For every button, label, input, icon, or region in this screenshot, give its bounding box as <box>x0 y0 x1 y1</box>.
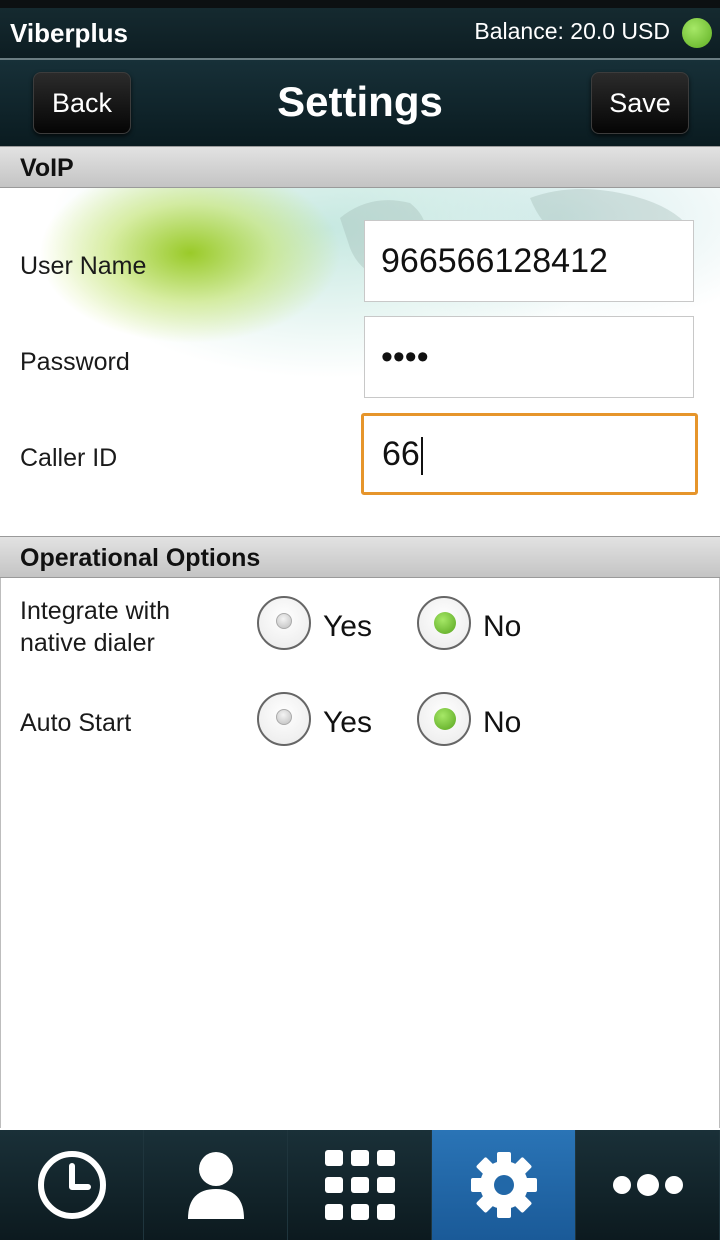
tab-contacts[interactable] <box>144 1130 288 1240</box>
voip-section-header: VoIP <box>0 146 720 188</box>
tab-more[interactable] <box>576 1130 720 1240</box>
dialpad-icon <box>325 1150 395 1220</box>
voip-section-title: VoIP <box>20 154 74 182</box>
bottom-tab-bar <box>0 1130 720 1240</box>
integrate-dialer-label-line1: Integrate with <box>20 597 171 625</box>
auto-start-no-label: No <box>483 706 522 739</box>
integrate-dialer-yes-label: Yes <box>323 610 372 643</box>
app-name: Viberplus <box>10 18 129 48</box>
voip-section: User Name 966566128412 Password •••• Cal… <box>0 188 720 536</box>
username-label: User Name <box>20 252 147 280</box>
app-bar: Viberplus Balance: 20.0 USD <box>0 8 720 60</box>
username-input[interactable]: 966566128412 <box>364 220 694 302</box>
operational-options-title: Operational Options <box>20 544 261 572</box>
text-caret <box>420 437 423 476</box>
back-button[interactable]: Back <box>33 72 131 134</box>
auto-start-yes-radio[interactable] <box>257 692 311 746</box>
integrate-dialer-no-radio[interactable] <box>417 596 471 650</box>
contact-person-icon <box>188 1152 244 1219</box>
tab-call-history[interactable] <box>0 1130 144 1240</box>
auto-start-no-radio[interactable] <box>417 692 471 746</box>
tab-settings[interactable] <box>432 1130 576 1240</box>
auto-start-label: Auto Start <box>20 709 132 737</box>
more-dots-icon <box>613 1174 683 1196</box>
integrate-dialer-yes-radio[interactable] <box>257 596 311 650</box>
caller-id-value: 66 <box>382 435 420 473</box>
clock-icon <box>38 1151 106 1219</box>
content-area <box>0 578 720 1128</box>
caller-id-input[interactable]: 66 <box>361 413 698 495</box>
gear-icon <box>471 1152 537 1218</box>
caller-id-label: Caller ID <box>20 444 118 472</box>
system-status-bar <box>0 0 720 8</box>
integrate-dialer-label-line2: native dialer <box>20 629 155 657</box>
tab-dialpad[interactable] <box>288 1130 432 1240</box>
auto-start-yes-label: Yes <box>323 706 372 739</box>
balance-text: Balance: 20.0 USD <box>474 18 670 44</box>
operational-options-header: Operational Options <box>0 536 720 578</box>
password-input[interactable]: •••• <box>364 316 694 398</box>
save-button[interactable]: Save <box>591 72 689 134</box>
integrate-dialer-label: Integrate with native dialer <box>20 595 170 659</box>
password-label: Password <box>20 348 130 376</box>
online-status-icon <box>682 18 712 48</box>
integrate-dialer-no-label: No <box>483 610 522 643</box>
title-bar: Settings Back Save <box>0 60 720 146</box>
